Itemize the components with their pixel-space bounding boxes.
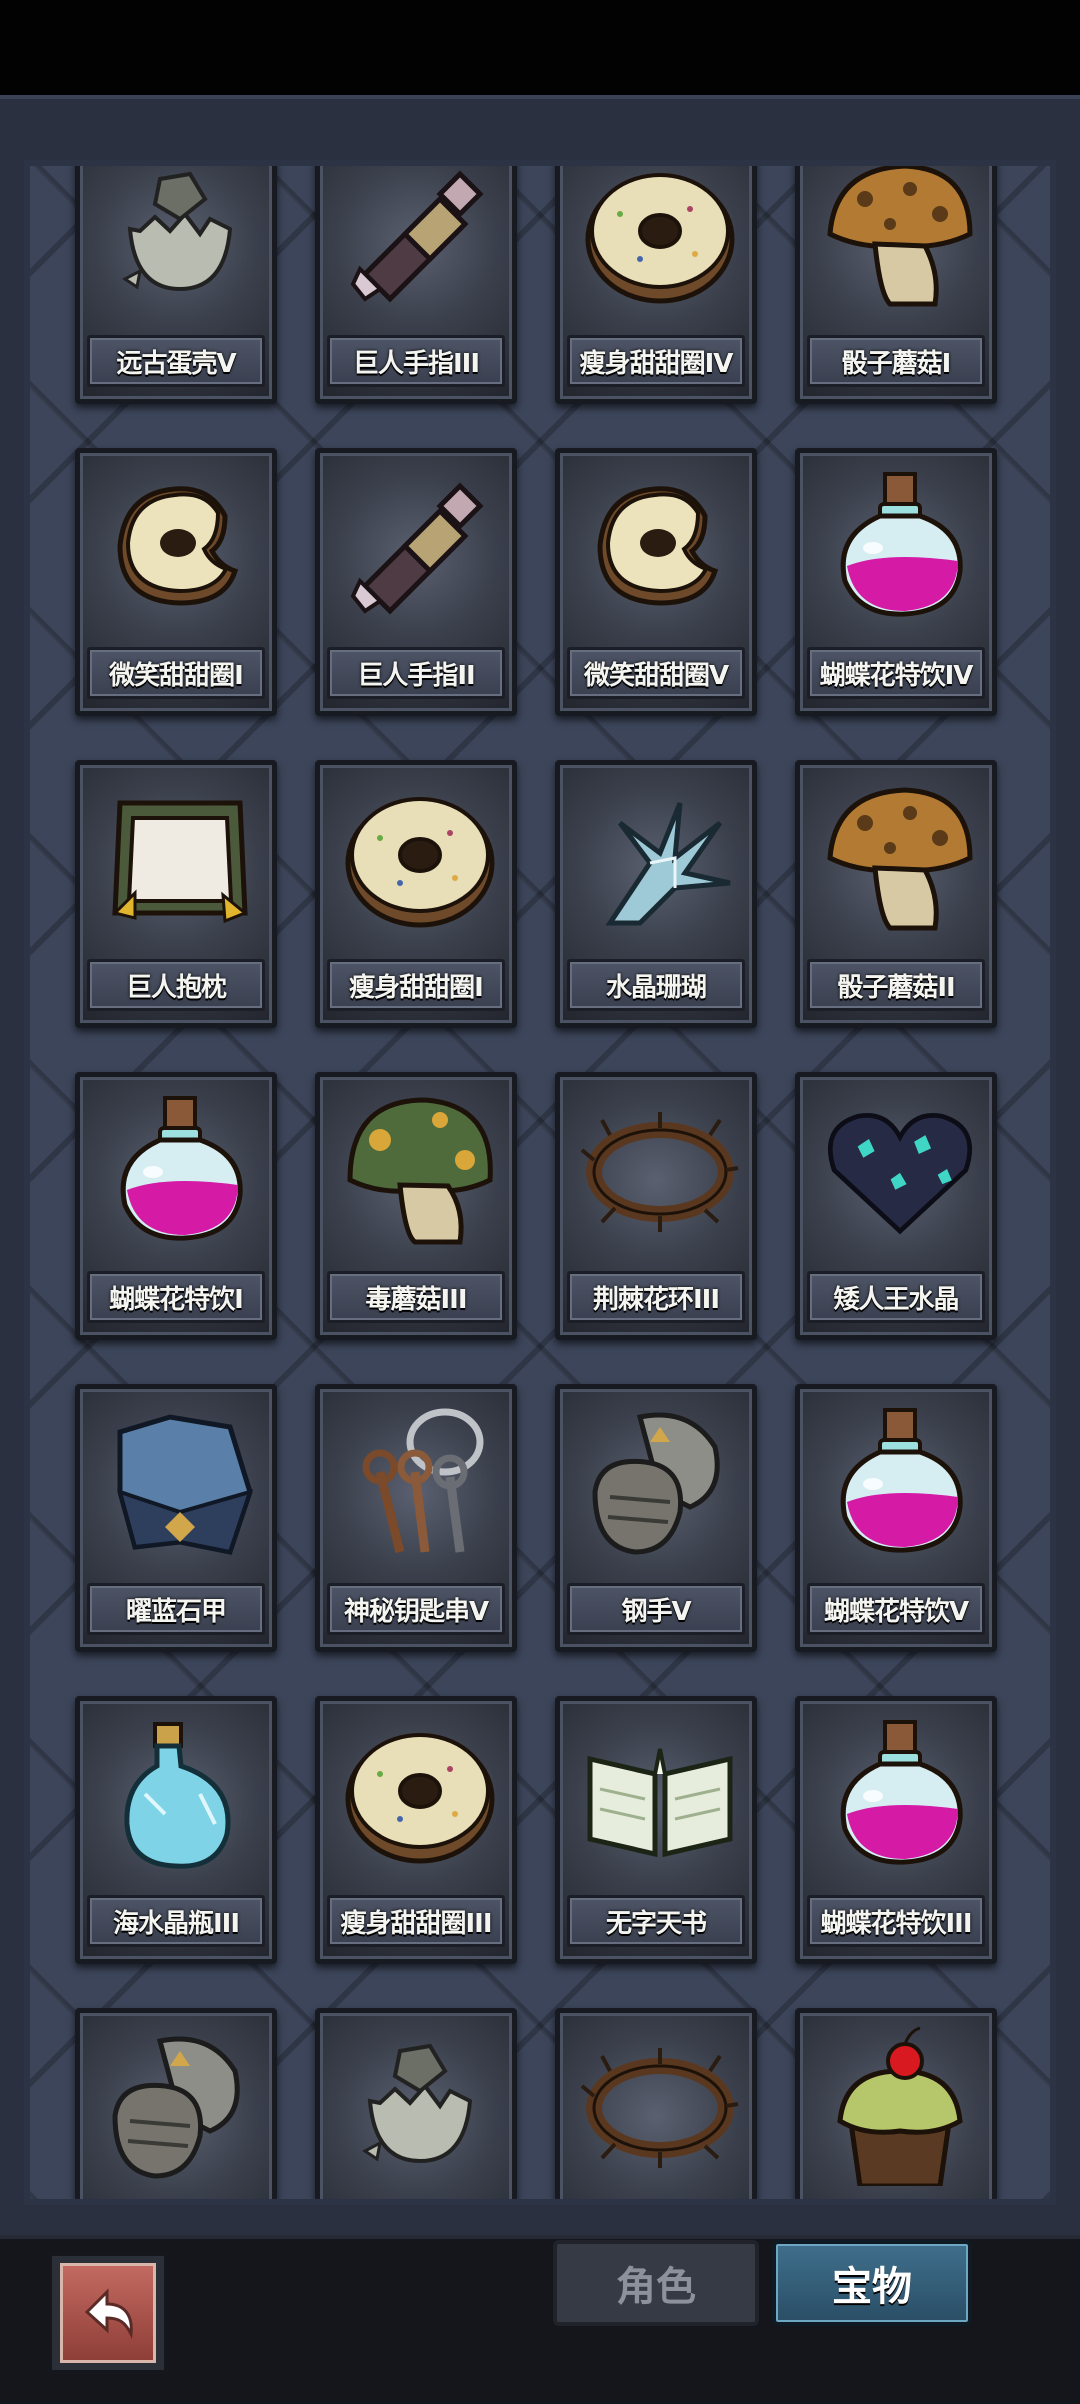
treasure-slot[interactable]: 蝴蝶花特饮IV: [795, 448, 997, 716]
pillow-icon: [100, 773, 260, 943]
pink-potion-icon: [820, 461, 980, 631]
treasure-slot[interactable]: 毒蘑菇III: [315, 1072, 517, 1340]
treasure-slot[interactable]: 钢手V: [555, 1384, 757, 1652]
donut-icon: [340, 1709, 500, 1879]
thorn-wreath-icon: [580, 1085, 740, 1255]
pink-potion-icon: [100, 1085, 260, 1255]
treasure-label: 骰子蘑菇II: [807, 959, 985, 1011]
crystal-coral-icon: [580, 773, 740, 943]
steel-gauntlet-icon: [100, 2021, 260, 2191]
treasure-slot[interactable]: 蝴蝶花特饮III: [795, 1696, 997, 1964]
treasure-slot[interactable]: 骰子蘑菇II: [795, 760, 997, 1028]
treasure-label: 钢手V: [567, 1583, 745, 1635]
armor-icon: [100, 1397, 260, 1567]
treasure-label: 骰子蘑菇I: [807, 335, 985, 387]
steel-gauntlet-icon: [580, 1397, 740, 1567]
cracked-egg-shell-icon: [100, 166, 260, 319]
treasure-grid[interactable]: 远古蛋壳V 巨人手指III 瘦身甜甜圈IV 骰子蘑菇I 微笑甜甜圈I 巨人手指II 微笑甜甜…: [24, 160, 1056, 2205]
treasure-slot[interactable]: [555, 2008, 757, 2199]
donut-icon: [340, 773, 500, 943]
treasure-slot[interactable]: 无字天书: [555, 1696, 757, 1964]
treasure-label: 矮人王水晶: [807, 1271, 985, 1323]
treasure-slot[interactable]: 瘦身甜甜圈III: [315, 1696, 517, 1964]
treasure-label: 无字天书: [567, 1895, 745, 1947]
treasure-slot[interactable]: 巨人抱枕: [75, 760, 277, 1028]
treasure-label: 水晶珊瑚: [567, 959, 745, 1011]
treasure-slot[interactable]: 瘦身甜甜圈I: [315, 760, 517, 1028]
treasure-label: 蝴蝶花特饮IV: [807, 647, 985, 699]
cherry-cupcake-icon: [820, 2021, 980, 2191]
treasure-label: 远古蛋壳V: [87, 335, 265, 387]
treasure-slot[interactable]: [75, 2008, 277, 2199]
treasure-label: 瘦身甜甜圈I: [327, 959, 505, 1011]
key-ring-icon: [340, 1397, 500, 1567]
treasure-label: 巨人抱枕: [87, 959, 265, 1011]
treasure-slot[interactable]: 微笑甜甜圈V: [555, 448, 757, 716]
treasure-label: 蝴蝶花特饮V: [807, 1583, 985, 1635]
treasure-slot[interactable]: 矮人王水晶: [795, 1072, 997, 1340]
treasure-slot[interactable]: 巨人手指III: [315, 166, 517, 404]
treasure-label: 海水晶瓶III: [87, 1895, 265, 1947]
treasure-label: 荆棘花环III: [567, 1271, 745, 1323]
treasure-slot[interactable]: 蝴蝶花特饮V: [795, 1384, 997, 1652]
blue-bottle-icon: [100, 1709, 260, 1879]
tab-treasure[interactable]: 宝物: [772, 2240, 972, 2326]
treasure-slot[interactable]: 骰子蘑菇I: [795, 166, 997, 404]
treasure-label: 微笑甜甜圈V: [567, 647, 745, 699]
treasure-label: 巨人手指III: [327, 335, 505, 387]
pink-potion-icon: [820, 1397, 980, 1567]
treasure-label: 神秘钥匙串V: [327, 1583, 505, 1635]
treasure-slot[interactable]: 微笑甜甜圈I: [75, 448, 277, 716]
return-arrow-icon: [60, 2263, 156, 2363]
treasure-label: 曜蓝石甲: [87, 1583, 265, 1635]
treasure-slot[interactable]: 神秘钥匙串V: [315, 1384, 517, 1652]
treasure-label: 瘦身甜甜圈IV: [567, 335, 745, 387]
mushroom-icon: [820, 773, 980, 943]
treasure-label: 巨人手指II: [327, 647, 505, 699]
treasure-slot[interactable]: 远古蛋壳V: [75, 166, 277, 404]
treasure-label: 毒蘑菇III: [327, 1271, 505, 1323]
treasure-slot[interactable]: 海水晶瓶III: [75, 1696, 277, 1964]
bitten-donut-icon: [100, 461, 260, 631]
treasure-slot[interactable]: 曜蓝石甲: [75, 1384, 277, 1652]
tab-role[interactable]: 角色: [553, 2240, 759, 2326]
treasure-slot[interactable]: 蝴蝶花特饮I: [75, 1072, 277, 1340]
treasure-slot[interactable]: [315, 2008, 517, 2199]
treasure-slot[interactable]: [795, 2008, 997, 2199]
treasure-slot[interactable]: 荆棘花环III: [555, 1072, 757, 1340]
open-book-icon: [580, 1709, 740, 1879]
poison-mushroom-icon: [340, 1085, 500, 1255]
donut-icon: [580, 166, 740, 319]
bitten-donut-icon: [580, 461, 740, 631]
giant-finger-icon: [340, 166, 500, 319]
dark-crystal-heart-icon: [820, 1085, 980, 1255]
cracked-egg-shell-icon: [340, 2021, 500, 2191]
pink-potion-icon: [820, 1709, 980, 1879]
mushroom-icon: [820, 166, 980, 319]
treasure-label: 微笑甜甜圈I: [87, 647, 265, 699]
treasure-label: 瘦身甜甜圈III: [327, 1895, 505, 1947]
treasure-slot[interactable]: 瘦身甜甜圈IV: [555, 166, 757, 404]
treasure-slot[interactable]: 水晶珊瑚: [555, 760, 757, 1028]
treasure-label: 蝴蝶花特饮III: [807, 1895, 985, 1947]
thorn-wreath-icon: [580, 2021, 740, 2191]
status-bar-area: [0, 0, 1080, 95]
treasure-slot[interactable]: 巨人手指II: [315, 448, 517, 716]
treasure-label: 蝴蝶花特饮I: [87, 1271, 265, 1323]
back-button[interactable]: [48, 2252, 168, 2374]
giant-finger-icon: [340, 461, 500, 631]
